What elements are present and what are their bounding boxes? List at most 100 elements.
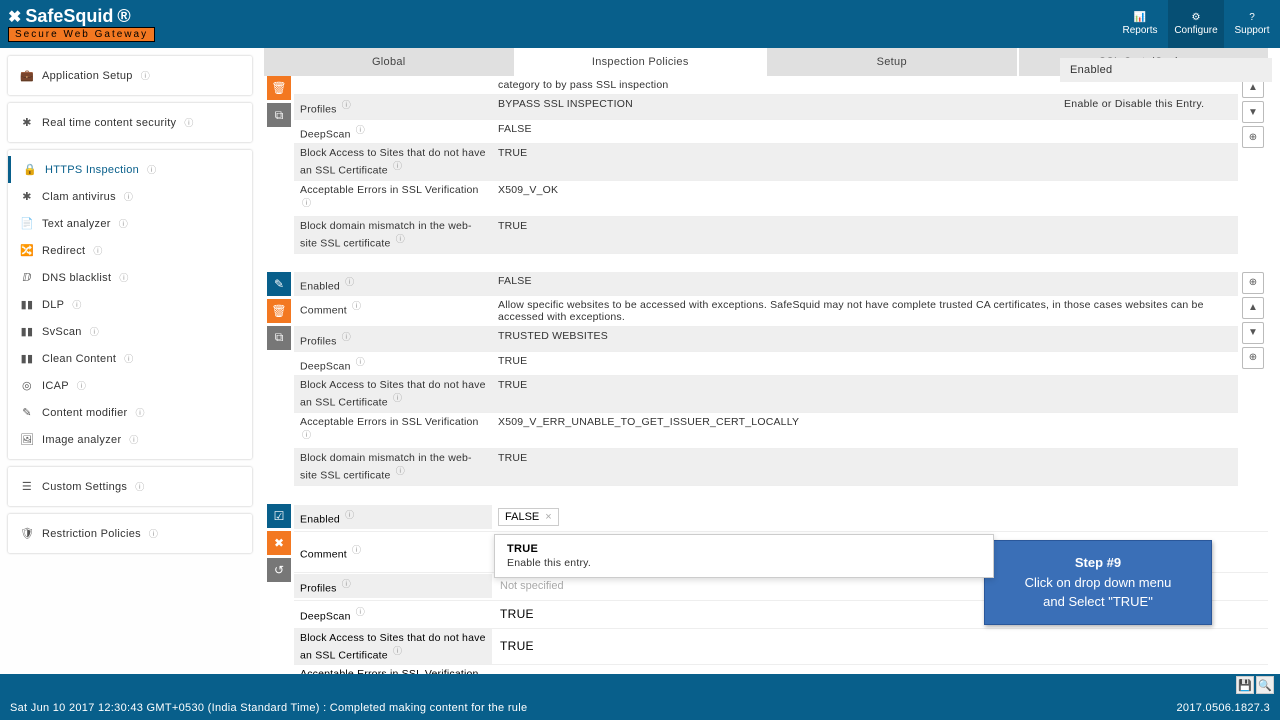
reg-mark: ® [117,6,130,27]
search-icon[interactable]: 🔍 [1256,676,1274,694]
sidebar-item-label: Content modifier [42,407,128,419]
down-button[interactable]: ▼ [1242,322,1264,344]
callout-line1: Step #9 [1001,553,1195,573]
tab-setup[interactable]: Setup [767,48,1017,76]
circ-button[interactable]: ⊕ [1242,126,1264,148]
undo-button[interactable]: ↺ [267,558,291,582]
cogs-icon: ⚙ [1192,12,1201,23]
sidebar-item-content-modifier[interactable]: ✎ Content modifier ⓘ [8,399,252,426]
sidebar-item-label: Restriction Policies [42,528,141,540]
step-callout: Step #9 Click on drop down menu and Sele… [984,540,1212,625]
profiles-placeholder: Not specified [498,576,566,596]
trash-button[interactable]: 🗑 [267,76,291,100]
save-icon[interactable]: 💾 [1236,676,1254,694]
row-key: Acceptable Errors in SSL Verification ⓘ [294,181,492,217]
ring-icon: ◎ [20,379,34,392]
bars-icon: ▮▮ [20,298,34,311]
sidebar-item-https-inspection[interactable]: 🔒HTTPS Inspection ⓘ [8,156,252,183]
sidebar-item-clam-antivirus[interactable]: ✱Clam antivirus ⓘ [8,183,252,210]
up-button[interactable]: ▲ [1242,297,1264,319]
check-button[interactable]: ☑ [267,504,291,528]
sidebar-item-svscan[interactable]: ▮▮SvScan ⓘ [8,318,252,345]
sidebar-item-label: Clam antivirus [42,191,116,203]
image-icon: 🖼 [20,433,34,446]
sidebar-item-real-time-content-security[interactable]: ✱Real time content security ⓘ [8,109,252,136]
policy-row: Acceptable Errors in SSL Verification ⓘX… [294,413,1238,450]
copy-button[interactable]: ⧉ [267,326,291,350]
row-key: Profiles ⓘ [294,574,492,598]
row-value: X509_V_OK [492,181,1238,199]
row-key: Block Access to Sites that do not have a… [294,629,492,665]
row-key: DeepScan ⓘ [294,120,492,144]
row-key: DeepScan ⓘ [294,602,492,626]
sidebar-item-application-setup[interactable]: 💼Application Setup ⓘ [8,62,252,89]
info-icon: ⓘ [135,480,144,493]
sidebar-item-restriction-policies[interactable]: 🛡 Restriction Policies ⓘ [8,520,252,547]
row-key: Profiles ⓘ [294,95,492,119]
sidebar-item-label: SvScan [42,326,82,338]
row-key: Enabled ⓘ [294,272,492,296]
logo-block: ✖ SafeSquid® Secure Web Gateway [8,6,155,42]
circ-button[interactable]: ⊕ [1242,272,1264,294]
help-panel: Enabled Enable or Disable this Entry. [1060,58,1272,114]
policy-row: DeepScan ⓘFALSE [294,120,1238,145]
logo-icon: ✖ [8,7,21,27]
product-name: SafeSquid [25,6,113,27]
page-icon: 📄 [20,217,34,230]
sidebar-item-label: Clean Content [42,353,116,365]
cancel-button[interactable]: ✖ [267,531,291,555]
deepscan-value[interactable]: TRUE [498,603,536,625]
support-button[interactable]: ? Support [1224,0,1280,48]
edit-button[interactable]: ✎ [267,272,291,296]
row-value-field[interactable]: FALSE × [492,506,1268,528]
policy-row: Block domain mismatch in the web-site SS… [294,217,1238,254]
shuffle-icon: 🔀 [20,244,34,257]
clear-icon[interactable]: × [545,511,551,523]
row-value: Allow specific websites to be accessed w… [492,296,1238,326]
circ-button[interactable]: ⊕ [1242,347,1264,369]
sidebar-item-icap[interactable]: ◎ICAP ⓘ [8,372,252,399]
row-value: TRUE [492,144,1238,162]
row-key: Block domain mismatch in the web-site SS… [294,217,492,253]
copy-button[interactable]: ⧉ [267,103,291,127]
asterisk-icon: ✱ [20,190,34,203]
sidebar-item-redirect[interactable]: 🔀Redirect ⓘ [8,237,252,264]
sidebar-item-text-analyzer[interactable]: 📄Text analyzer ⓘ [8,210,252,237]
sidebar-item-dns-blacklist[interactable]: ⅅDNS blacklist ⓘ [8,264,252,291]
tab-inspection-policies[interactable]: Inspection Policies [516,48,766,76]
enabled-dropdown[interactable]: TRUEEnable this entry. [494,534,994,578]
footer: 💾 🔍 Sat Jun 10 2017 12:30:43 GMT+0530 (I… [0,674,1280,720]
row-value: TRUE [492,449,1238,467]
shield-icon: 🛡 [20,527,34,540]
row-value: TRUSTED WEBSITES [492,327,1238,345]
block-nossl-value[interactable]: TRUE [498,635,536,657]
sidebar-item-custom-settings[interactable]: ☰Custom Settings ⓘ [8,473,252,500]
policy-row: Block Access to Sites that do not have a… [294,376,1238,413]
row-value: TRUE [492,376,1238,394]
footer-status: Sat Jun 10 2017 12:30:43 GMT+0530 (India… [10,702,527,714]
sidebar-item-dlp[interactable]: ▮▮DLP ⓘ [8,291,252,318]
trash-button[interactable]: 🗑 [267,299,291,323]
policy-row: Block Access to Sites that do not have a… [294,144,1238,181]
dropdown-option-true[interactable]: TRUE [507,543,981,555]
product-tagline: Secure Web Gateway [8,27,155,42]
sidebar-item-clean-content[interactable]: ▮▮Clean Content ⓘ [8,345,252,372]
help-body: Enable or Disable this Entry. [1060,82,1272,114]
info-icon: ⓘ [136,406,145,419]
row-value-field[interactable]: TRUE [492,637,1268,655]
policy-row: Block domain mismatch in the web-site SS… [294,449,1238,486]
configure-button[interactable]: ⚙ Configure [1168,0,1224,48]
tab-global[interactable]: Global [264,48,514,76]
enabled-pill[interactable]: FALSE × [498,508,559,526]
policy-row: Comment ⓘAllow specific websites to be a… [294,296,1238,327]
sidebar-item-label: Real time content security [42,117,176,129]
reports-button[interactable]: 📊 Reports [1112,0,1168,48]
edit-row: Acceptable Errors in SSL Verification ⓘX… [294,665,1268,674]
row-key: DeepScan ⓘ [294,352,492,376]
row-key [294,76,492,82]
info-icon: ⓘ [149,527,158,540]
pencil-icon: ✎ [20,406,34,419]
sidebar-item-label: ICAP [42,380,69,392]
sidebar-item-image-analyzer[interactable]: 🖼Image analyzer ⓘ [8,426,252,453]
info-icon: ⓘ [90,325,99,338]
